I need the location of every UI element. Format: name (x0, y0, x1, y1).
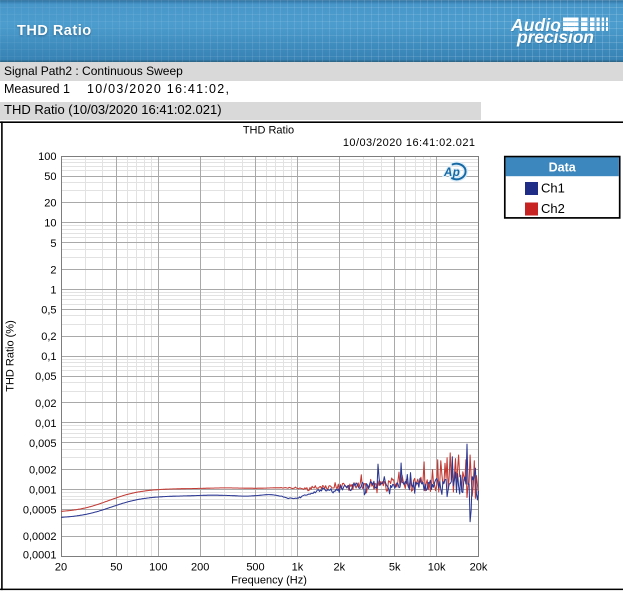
svg-text:0,0005: 0,0005 (23, 505, 57, 517)
svg-text:5k: 5k (389, 562, 401, 574)
svg-text:0,0001: 0,0001 (23, 550, 57, 562)
svg-text:2k: 2k (333, 562, 345, 574)
svg-text:0,005: 0,005 (29, 438, 57, 450)
svg-text:100: 100 (149, 562, 167, 574)
svg-text:0,1: 0,1 (41, 351, 56, 363)
svg-text:Ap: Ap (443, 166, 460, 179)
svg-text:1k: 1k (292, 562, 304, 574)
svg-text:2: 2 (50, 264, 56, 276)
svg-text:10/03/2020 16:41:02.021: 10/03/2020 16:41:02.021 (343, 137, 476, 149)
svg-text:0,0002: 0,0002 (23, 531, 57, 543)
svg-text:Data: Data (549, 161, 577, 175)
svg-text:10: 10 (44, 218, 56, 230)
svg-text:500: 500 (246, 562, 264, 574)
svg-text:1: 1 (50, 284, 56, 296)
svg-text:20k: 20k (470, 562, 488, 574)
svg-text:Ch1: Ch1 (541, 181, 565, 196)
svg-text:50: 50 (110, 562, 122, 574)
svg-text:Ch2: Ch2 (541, 201, 565, 216)
svg-text:20: 20 (55, 562, 67, 574)
svg-text:0,001: 0,001 (29, 485, 57, 497)
svg-text:THD Ratio: THD Ratio (243, 124, 294, 136)
svg-text:0,002: 0,002 (29, 465, 57, 477)
svg-text:50: 50 (44, 171, 56, 183)
svg-text:0,05: 0,05 (35, 371, 56, 383)
svg-text:0,01: 0,01 (35, 418, 56, 430)
svg-text:10k: 10k (428, 562, 446, 574)
svg-text:Frequency (Hz): Frequency (Hz) (231, 574, 307, 586)
svg-text:20: 20 (44, 198, 56, 210)
svg-text:5: 5 (50, 238, 56, 250)
svg-text:200: 200 (191, 562, 209, 574)
svg-text:THD Ratio (%): THD Ratio (%) (5, 320, 17, 392)
svg-text:0,2: 0,2 (41, 331, 56, 343)
svg-text:0,02: 0,02 (35, 398, 56, 410)
svg-text:0,5: 0,5 (41, 305, 56, 317)
svg-text:100: 100 (38, 151, 56, 163)
